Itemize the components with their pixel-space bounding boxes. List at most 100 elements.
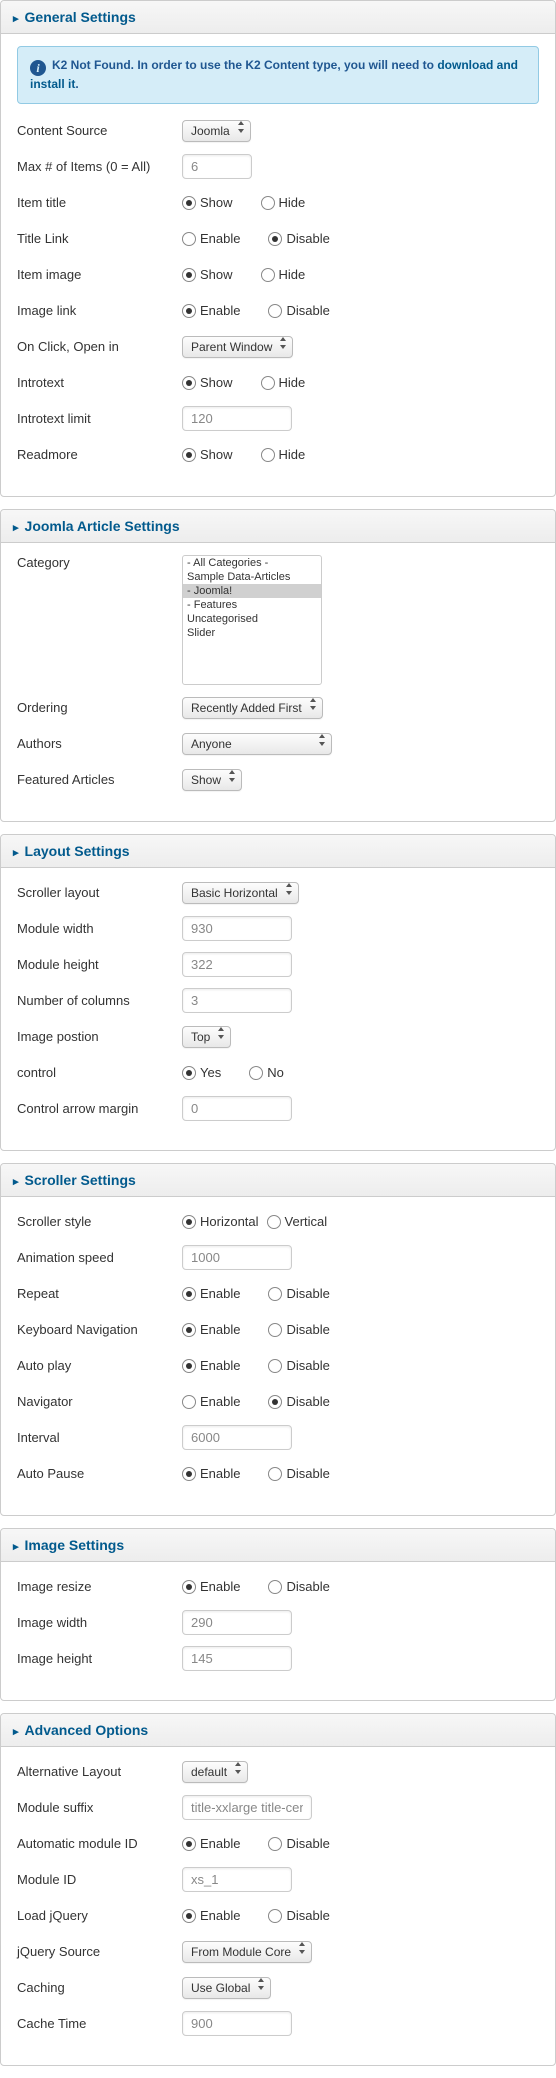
- speed-input[interactable]: [182, 1245, 292, 1270]
- listbox-item[interactable]: - All Categories -: [183, 556, 321, 570]
- keyboard-disable[interactable]: Disable: [268, 1322, 329, 1337]
- radio-icon: [261, 448, 275, 462]
- listbox-item[interactable]: Slider: [183, 626, 321, 640]
- repeat-enable[interactable]: Enable: [182, 1286, 240, 1301]
- module-height-input[interactable]: [182, 952, 292, 977]
- resize-disable[interactable]: Disable: [268, 1579, 329, 1594]
- jquery-source-select[interactable]: From Module Core: [182, 1941, 312, 1963]
- panel-header-joomla[interactable]: Joomla Article Settings: [1, 510, 555, 543]
- row-cache-time: Cache Time: [17, 2011, 539, 2037]
- radio-icon: [182, 1580, 196, 1594]
- panel-header-advanced[interactable]: Advanced Options: [1, 1714, 555, 1747]
- radio-icon: [267, 1215, 281, 1229]
- introtext-show[interactable]: Show: [182, 375, 233, 390]
- row-scroller-layout: Scroller layout Basic Horizontal: [17, 880, 539, 906]
- label: Image height: [17, 1651, 182, 1666]
- row-caching: Caching Use Global: [17, 1975, 539, 2001]
- item-image-hide[interactable]: Hide: [261, 267, 306, 282]
- num-columns-input[interactable]: [182, 988, 292, 1013]
- radio-icon: [182, 304, 196, 318]
- control-margin-input[interactable]: [182, 1096, 292, 1121]
- readmore-show[interactable]: Show: [182, 447, 233, 462]
- row-suffix: Module suffix: [17, 1795, 539, 1821]
- label: Interval: [17, 1430, 182, 1445]
- navigator-disable[interactable]: Disable: [268, 1394, 329, 1409]
- title-link-disable[interactable]: Disable: [268, 231, 329, 246]
- module-width-input[interactable]: [182, 916, 292, 941]
- autoplay-enable[interactable]: Enable: [182, 1358, 240, 1373]
- scroller-layout-select[interactable]: Basic Horizontal: [182, 882, 299, 904]
- row-keyboard: Keyboard Navigation Enable Disable: [17, 1317, 539, 1343]
- item-title-hide[interactable]: Hide: [261, 195, 306, 210]
- listbox-item[interactable]: Sample Data-Articles: [183, 570, 321, 584]
- max-items-input[interactable]: [182, 154, 252, 179]
- image-height-input[interactable]: [182, 1646, 292, 1671]
- listbox-item[interactable]: - Features: [183, 598, 321, 612]
- introtext-limit-input[interactable]: [182, 406, 292, 431]
- navigator-enable[interactable]: Enable: [182, 1394, 240, 1409]
- label: On Click, Open in: [17, 339, 182, 354]
- autoplay-disable[interactable]: Disable: [268, 1358, 329, 1373]
- style-horizontal[interactable]: Horizontal: [182, 1214, 259, 1229]
- caching-select[interactable]: Use Global: [182, 1977, 271, 1999]
- autopause-enable[interactable]: Enable: [182, 1466, 240, 1481]
- label: Image resize: [17, 1579, 182, 1594]
- radio-icon: [268, 1395, 282, 1409]
- ordering-select[interactable]: Recently Added First: [182, 697, 323, 719]
- alt-layout-select[interactable]: default: [182, 1761, 248, 1783]
- listbox-item[interactable]: Uncategorised: [183, 612, 321, 626]
- row-featured: Featured Articles Show: [17, 767, 539, 793]
- label: Keyboard Navigation: [17, 1322, 182, 1337]
- panel-header-general[interactable]: General Settings: [1, 1, 555, 34]
- label: Introtext limit: [17, 411, 182, 426]
- row-title-link: Title Link Enable Disable: [17, 226, 539, 252]
- keyboard-enable[interactable]: Enable: [182, 1322, 240, 1337]
- listbox-item[interactable]: - Joomla!: [183, 584, 321, 598]
- auto-id-disable[interactable]: Disable: [268, 1836, 329, 1851]
- module-id-input[interactable]: [182, 1867, 292, 1892]
- authors-select[interactable]: Anyone: [182, 733, 332, 755]
- label: Introtext: [17, 375, 182, 390]
- label: Control arrow margin: [17, 1101, 182, 1116]
- autopause-disable[interactable]: Disable: [268, 1466, 329, 1481]
- panel-header-image[interactable]: Image Settings: [1, 1529, 555, 1562]
- radio-icon: [182, 1215, 196, 1229]
- auto-id-enable[interactable]: Enable: [182, 1836, 240, 1851]
- suffix-input[interactable]: [182, 1795, 312, 1820]
- row-jquery-source: jQuery Source From Module Core: [17, 1939, 539, 1965]
- title-link-enable[interactable]: Enable: [182, 231, 240, 246]
- label: Module width: [17, 921, 182, 936]
- label: Caching: [17, 1980, 182, 1995]
- image-position-select[interactable]: Top: [182, 1026, 231, 1048]
- featured-select[interactable]: Show: [182, 769, 242, 791]
- label: Animation speed: [17, 1250, 182, 1265]
- info-box: iK2 Not Found. In order to use the K2 Co…: [17, 46, 539, 104]
- cache-time-input[interactable]: [182, 2011, 292, 2036]
- image-link-enable[interactable]: Enable: [182, 303, 240, 318]
- image-width-input[interactable]: [182, 1610, 292, 1635]
- introtext-hide[interactable]: Hide: [261, 375, 306, 390]
- panel-header-layout[interactable]: Layout Settings: [1, 835, 555, 868]
- content-source-select[interactable]: Joomla: [182, 120, 251, 142]
- resize-enable[interactable]: Enable: [182, 1579, 240, 1594]
- category-listbox[interactable]: - All Categories - Sample Data-Articles …: [182, 555, 322, 685]
- radio-icon: [261, 196, 275, 210]
- radio-icon: [268, 1287, 282, 1301]
- repeat-disable[interactable]: Disable: [268, 1286, 329, 1301]
- row-image-height: Image height: [17, 1646, 539, 1672]
- style-vertical[interactable]: Vertical: [267, 1214, 328, 1229]
- readmore-hide[interactable]: Hide: [261, 447, 306, 462]
- image-link-disable[interactable]: Disable: [268, 303, 329, 318]
- control-yes[interactable]: Yes: [182, 1065, 221, 1080]
- on-click-select[interactable]: Parent Window: [182, 336, 293, 358]
- radio-icon: [182, 376, 196, 390]
- load-jquery-enable[interactable]: Enable: [182, 1908, 240, 1923]
- panel-header-scroller[interactable]: Scroller Settings: [1, 1164, 555, 1197]
- load-jquery-disable[interactable]: Disable: [268, 1908, 329, 1923]
- label: Navigator: [17, 1394, 182, 1409]
- info-text: K2 Not Found. In order to use the K2 Con…: [52, 58, 437, 72]
- item-image-show[interactable]: Show: [182, 267, 233, 282]
- item-title-show[interactable]: Show: [182, 195, 233, 210]
- control-no[interactable]: No: [249, 1065, 284, 1080]
- interval-input[interactable]: [182, 1425, 292, 1450]
